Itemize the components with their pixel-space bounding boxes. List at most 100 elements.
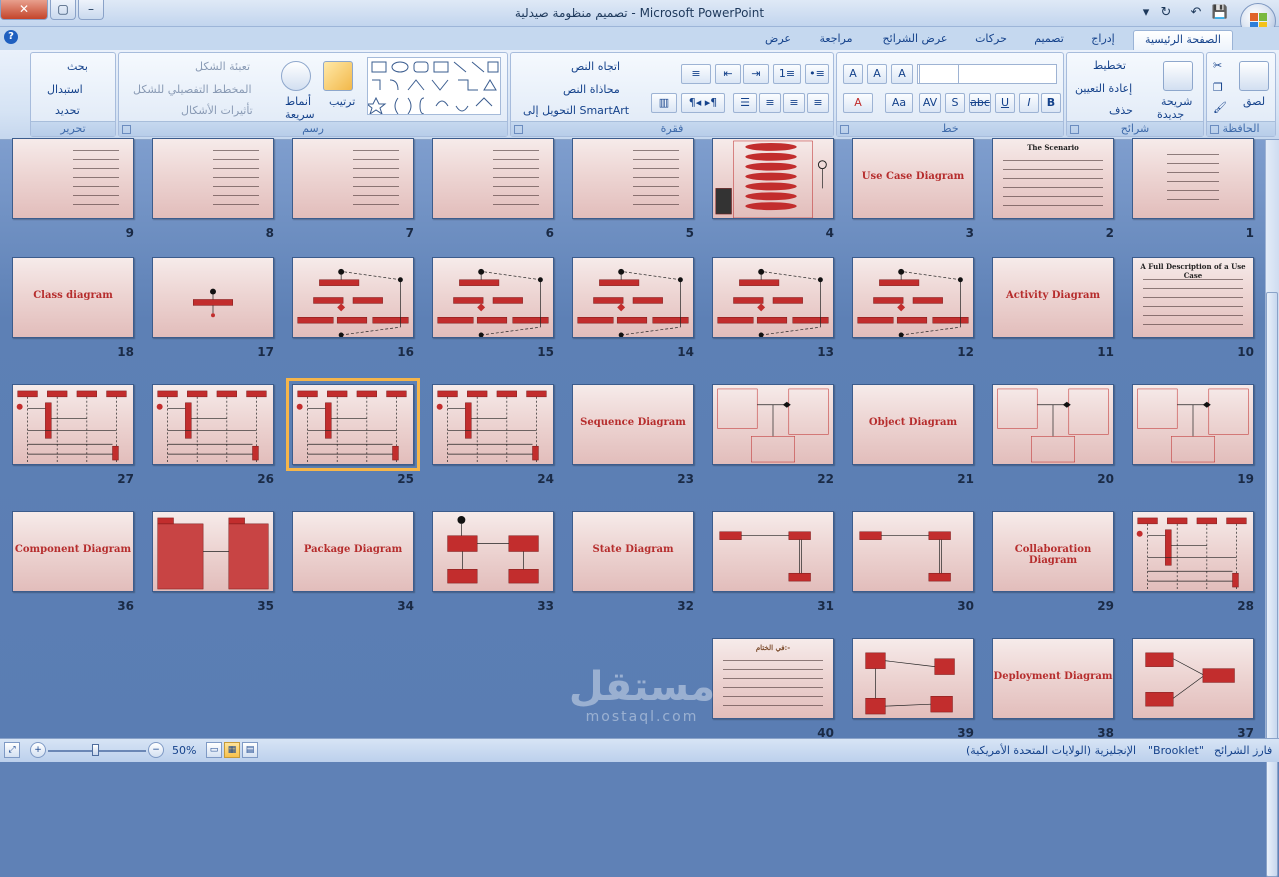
slide-thumbnail[interactable] [432, 257, 554, 338]
slide-thumbnail[interactable] [852, 257, 974, 338]
slide-thumbnail[interactable]: Class diagram [12, 257, 134, 338]
shape-fill-button[interactable]: تعبئة الشكل [195, 60, 250, 73]
slide-thumbnail[interactable] [432, 138, 554, 219]
shapes-gallery[interactable] [365, 57, 501, 116]
justify-icon[interactable]: ☰ [733, 93, 757, 113]
slide-thumbnail[interactable] [152, 257, 274, 338]
fit-window-icon[interactable]: ⤢ [4, 742, 20, 758]
zoom-out-icon[interactable]: − [148, 742, 164, 758]
slideshow-view-icon[interactable]: ▭ [206, 742, 222, 758]
slide-thumbnail[interactable] [292, 257, 414, 338]
slide-thumbnail[interactable] [1132, 384, 1254, 465]
replace-button[interactable]: استبدال [47, 83, 83, 96]
slide-thumbnail[interactable]: في الختام:- [712, 638, 834, 719]
quick-styles-icon[interactable] [281, 61, 311, 91]
save-icon[interactable]: 💾 [1210, 4, 1230, 22]
columns-icon[interactable]: ▥ [651, 93, 677, 113]
undo-icon[interactable]: ↶ [1186, 4, 1206, 22]
slide-thumbnail[interactable]: Collaboration Diagram [992, 511, 1114, 592]
slide-thumbnail[interactable] [432, 384, 554, 465]
language-status[interactable]: الإنجليزية (الولايات المتحدة الأمريكية) [966, 744, 1136, 757]
numbering-icon[interactable]: 1≡ [773, 64, 801, 84]
normal-view-icon[interactable]: ▤ [242, 742, 258, 758]
slide-thumbnail[interactable]: A Full Description of a Use Case [1132, 257, 1254, 338]
launcher-icon[interactable] [514, 125, 523, 134]
slide-thumbnail[interactable] [572, 257, 694, 338]
paste-button[interactable]: لصق [1243, 95, 1265, 108]
arrange-icon[interactable] [323, 61, 353, 91]
slide-thumbnail[interactable] [152, 384, 274, 465]
vertical-scrollbar[interactable] [1265, 140, 1279, 877]
bullets-icon[interactable]: •≡ [805, 64, 829, 84]
slide-sorter[interactable]: 1 The Scenario 2 Use Case Diagram 3 4 5 6 7 8 9 A F… [0, 138, 1265, 740]
launcher-icon[interactable] [1070, 125, 1079, 134]
shrink-font-icon[interactable]: A [867, 64, 887, 84]
slide-thumbnail[interactable] [1132, 511, 1254, 592]
align-left-icon[interactable]: ≡ [759, 93, 781, 113]
quick-styles-button[interactable]: أنماط [285, 95, 311, 108]
slide-thumbnail[interactable]: Object Diagram [852, 384, 974, 465]
layout-button[interactable]: تخطيط [1093, 59, 1126, 72]
slide-thumbnail[interactable] [286, 378, 420, 471]
slide-thumbnail[interactable]: Use Case Diagram [852, 138, 974, 219]
scrollbar-thumb[interactable] [1266, 292, 1278, 877]
slide-sorter-view-icon[interactable]: ▦ [224, 742, 240, 758]
align-text-button[interactable]: محاذاة النص [563, 83, 620, 96]
slide-thumbnail[interactable]: The Scenario [992, 138, 1114, 219]
reset-button[interactable]: إعادة التعيين [1075, 82, 1132, 95]
zoom-thumb[interactable] [92, 744, 99, 756]
change-case-icon[interactable]: Aa [885, 93, 913, 113]
slide-thumbnail[interactable]: Component Diagram [12, 511, 134, 592]
strikethrough-icon[interactable]: abc [969, 93, 991, 113]
slide-thumbnail[interactable]: Sequence Diagram [572, 384, 694, 465]
help-icon[interactable]: ? [4, 30, 18, 44]
slide-thumbnail[interactable] [712, 511, 834, 592]
center-icon[interactable]: ≡ [783, 93, 805, 113]
slide-thumbnail[interactable] [12, 384, 134, 465]
slide-thumbnail[interactable]: Activity Diagram [992, 257, 1114, 338]
tab-animations[interactable]: حركات [966, 30, 1016, 50]
slide-thumbnail[interactable]: Deployment Diagram [992, 638, 1114, 719]
delete-slide-button[interactable]: حذف [1109, 104, 1133, 117]
increase-indent-icon[interactable]: ⇥ [743, 64, 769, 84]
tab-home[interactable]: الصفحة الرئيسية [1133, 30, 1233, 50]
slide-thumbnail[interactable] [852, 511, 974, 592]
shape-outline-button[interactable]: المخطط التفصيلي للشكل [133, 83, 252, 96]
char-spacing-icon[interactable]: AV [919, 93, 941, 113]
format-painter-icon[interactable]: 🖌 [1213, 101, 1227, 114]
launcher-icon[interactable] [1210, 125, 1219, 134]
slide-thumbnail[interactable] [1132, 638, 1254, 719]
cut-icon[interactable]: ✂ [1213, 59, 1222, 72]
smartart-button[interactable]: التحويل إلى SmartArt [523, 104, 629, 117]
zoom-level[interactable]: 50% [172, 744, 196, 757]
tab-design[interactable]: تصميم [1026, 30, 1072, 50]
redo-icon[interactable]: ↻ [1156, 4, 1176, 22]
select-button[interactable]: تحديد [55, 104, 80, 117]
tab-view[interactable]: عرض [756, 30, 800, 50]
tab-review[interactable]: مراجعة [808, 30, 864, 50]
tab-insert[interactable]: إدراج [1080, 30, 1126, 50]
font-size-box[interactable] [919, 64, 959, 84]
launcher-icon[interactable] [122, 125, 131, 134]
font-color-icon[interactable]: A [843, 93, 873, 113]
line-spacing-icon[interactable]: ≡ [681, 64, 711, 84]
slide-thumbnail[interactable] [12, 138, 134, 219]
slide-thumbnail[interactable] [152, 511, 274, 592]
slide-thumbnail[interactable]: State Diagram [572, 511, 694, 592]
text-direction-button[interactable]: اتجاه النص [571, 60, 620, 73]
qat-dropdown-icon[interactable]: ▾ [1136, 4, 1156, 22]
text-direction-icons[interactable]: ¶◂ ▸¶ [681, 93, 725, 113]
slide-thumbnail[interactable] [1132, 138, 1254, 219]
launcher-icon[interactable] [840, 125, 849, 134]
grow-font-icon[interactable]: A [891, 64, 913, 84]
arrange-button[interactable]: ترتيب [329, 95, 355, 108]
new-slide-icon[interactable] [1163, 61, 1193, 91]
zoom-in-icon[interactable]: + [30, 742, 46, 758]
slide-thumbnail[interactable] [712, 257, 834, 338]
bold-icon[interactable]: B [1041, 93, 1061, 113]
shape-effects-button[interactable]: تأثيرات الأشكال [181, 104, 253, 117]
clear-format-icon[interactable]: A [843, 64, 863, 84]
slide-thumbnail[interactable] [292, 138, 414, 219]
slide-thumbnail[interactable] [152, 138, 274, 219]
underline-icon[interactable]: U [995, 93, 1015, 113]
